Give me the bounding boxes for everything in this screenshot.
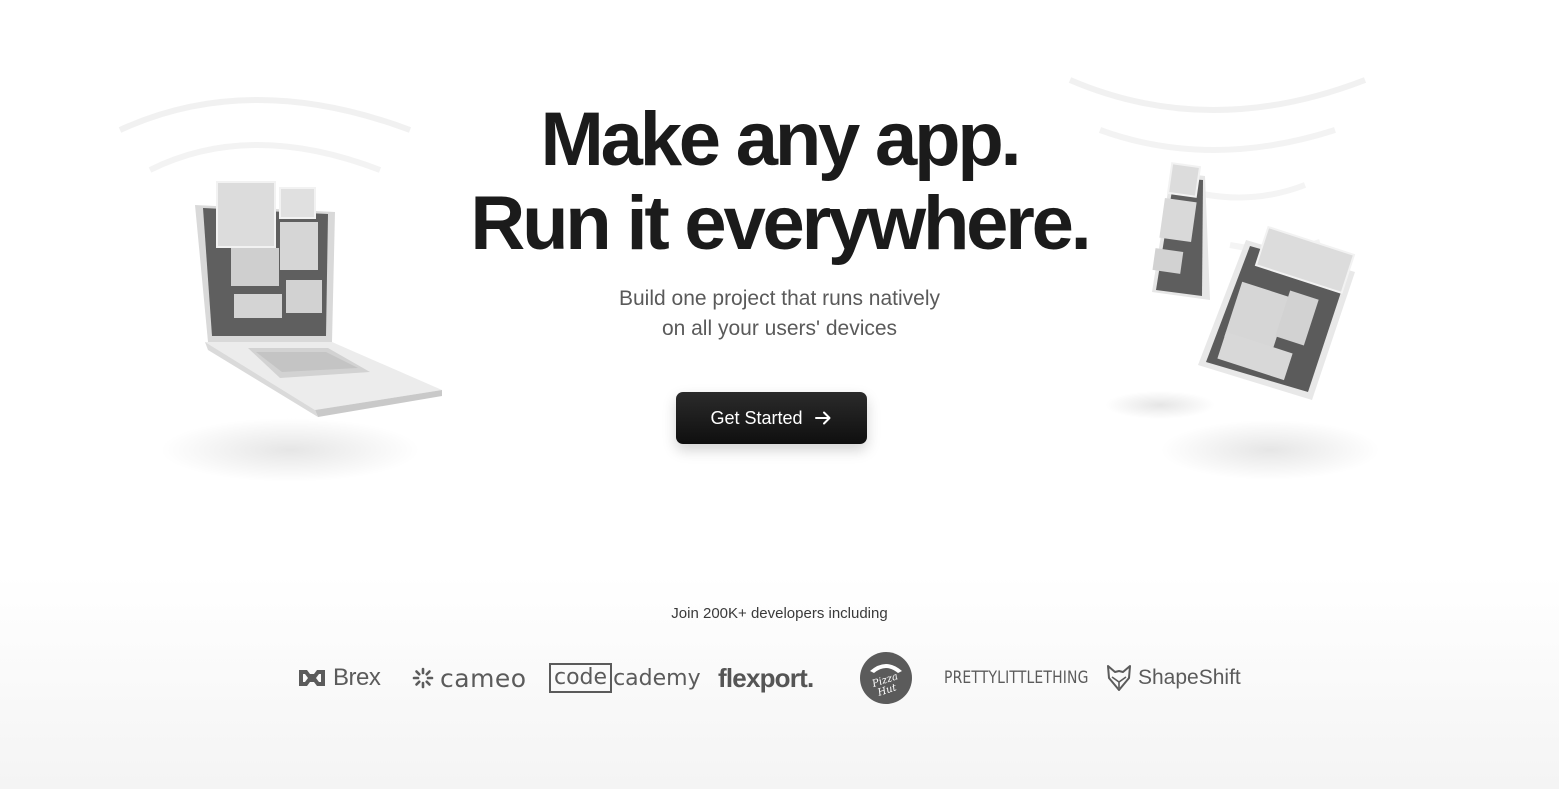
headline-line-2: Run it everywhere.	[470, 181, 1091, 266]
prettylittlething-logo: PRETTYLITTLETHING	[944, 651, 1120, 705]
brex-logo: Brex	[297, 651, 381, 705]
headline-line-1: Make any app.	[540, 97, 1022, 182]
codecademy-box-text: code	[549, 663, 613, 693]
social-proof-title: Join 200K+ developers including	[671, 605, 888, 622]
hero-section: Make any app. Run it everywhere. Build o…	[0, 0, 1559, 575]
brex-wordmark: Brex	[333, 664, 381, 691]
codecademy-wordmark: cademy	[613, 665, 701, 691]
customer-logos: Brex cameo code cademy flexport. Pizza H…	[0, 651, 1559, 705]
hero-headline: Make any app. Run it everywhere.	[0, 98, 1559, 266]
pizza-hut-logo: Pizza Hut	[858, 651, 914, 705]
cameo-wordmark: cameo	[440, 663, 527, 693]
hero-subtitle: Build one project that runs natively on …	[0, 284, 1559, 344]
subtitle-line-1: Build one project that runs natively	[618, 287, 941, 310]
cameo-mark-icon	[412, 667, 434, 689]
cameo-logo: cameo	[412, 651, 527, 705]
fox-icon	[1106, 664, 1132, 692]
brex-mark-icon	[297, 666, 327, 690]
get-started-button[interactable]: Get Started	[676, 392, 867, 444]
social-proof-section: Join 200K+ developers including Brex cam…	[0, 575, 1559, 789]
flexport-logo: flexport.	[718, 651, 814, 705]
flexport-wordmark: flexport.	[718, 662, 814, 693]
prettylittlething-wordmark: PRETTYLITTLETHING	[944, 668, 1089, 688]
landing-page: Make any app. Run it everywhere. Build o…	[0, 0, 1559, 789]
get-started-label: Get Started	[710, 407, 803, 428]
shapeshift-logo: ShapeShift	[1106, 651, 1241, 705]
codecademy-logo: code cademy	[549, 651, 701, 705]
subtitle-line-2: on all your users' devices	[661, 317, 898, 340]
shapeshift-wordmark: ShapeShift	[1138, 666, 1241, 689]
arrow-right-icon	[813, 408, 833, 428]
